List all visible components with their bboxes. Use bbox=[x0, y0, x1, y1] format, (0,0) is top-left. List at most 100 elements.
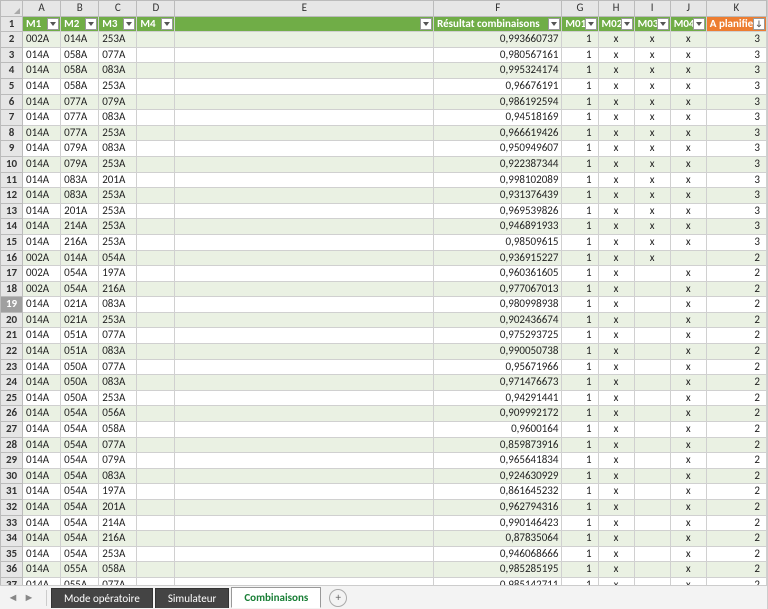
cell-m1[interactable]: 014A bbox=[23, 344, 61, 360]
row-header[interactable]: 32 bbox=[1, 500, 23, 516]
cell-m4[interactable] bbox=[137, 390, 175, 406]
cell-m1[interactable]: 014A bbox=[23, 375, 61, 391]
cell-e[interactable] bbox=[175, 47, 434, 63]
cell-planifier[interactable]: 3 bbox=[706, 63, 766, 79]
cell-m2[interactable]: 077A bbox=[61, 94, 99, 110]
cell-m2[interactable]: 054A bbox=[61, 281, 99, 297]
row-header[interactable]: 19 bbox=[1, 297, 23, 313]
cell-m01[interactable]: x bbox=[598, 297, 634, 313]
cell-m02[interactable] bbox=[634, 500, 670, 516]
cell-planifier[interactable]: 3 bbox=[706, 110, 766, 126]
cell-e[interactable] bbox=[175, 344, 434, 360]
cell-result[interactable]: 0,998102089 bbox=[434, 172, 562, 188]
cell-m01[interactable]: x bbox=[598, 562, 634, 578]
cell-m01[interactable]: x bbox=[598, 172, 634, 188]
cell-planifier[interactable]: 3 bbox=[706, 78, 766, 94]
filter-dropdown-icon[interactable] bbox=[621, 18, 633, 30]
cell-e[interactable] bbox=[175, 141, 434, 157]
cell-result[interactable]: 0,950949607 bbox=[434, 141, 562, 157]
cell-m4[interactable] bbox=[137, 562, 175, 578]
row-header[interactable]: 37 bbox=[1, 577, 23, 585]
cell-g[interactable]: 1 bbox=[562, 219, 598, 235]
cell-m2[interactable]: 021A bbox=[61, 297, 99, 313]
cell-m03[interactable]: x bbox=[670, 453, 706, 469]
cell-planifier[interactable]: 2 bbox=[706, 531, 766, 547]
cell-m03[interactable]: x bbox=[670, 281, 706, 297]
table-header-cell[interactable]: M2 bbox=[61, 16, 99, 32]
cell-m3[interactable]: 083A bbox=[99, 375, 137, 391]
cell-m4[interactable] bbox=[137, 281, 175, 297]
cell-m02[interactable]: x bbox=[634, 47, 670, 63]
cell-m02[interactable]: x bbox=[634, 156, 670, 172]
cell-m4[interactable] bbox=[137, 344, 175, 360]
col-header-J[interactable]: J bbox=[670, 1, 706, 17]
row-header[interactable]: 10 bbox=[1, 156, 23, 172]
cell-m3[interactable]: 253A bbox=[99, 219, 137, 235]
col-header-A[interactable]: A bbox=[23, 1, 61, 17]
cell-m01[interactable]: x bbox=[598, 344, 634, 360]
cell-m2[interactable]: 054A bbox=[61, 484, 99, 500]
cell-planifier[interactable]: 2 bbox=[706, 266, 766, 282]
cell-m03[interactable]: x bbox=[670, 577, 706, 585]
cell-result[interactable]: 0,985142711 bbox=[434, 577, 562, 585]
cell-e[interactable] bbox=[175, 125, 434, 141]
cell-g[interactable]: 1 bbox=[562, 203, 598, 219]
cell-e[interactable] bbox=[175, 156, 434, 172]
table-header-cell[interactable]: M02 bbox=[598, 16, 634, 32]
cell-m4[interactable] bbox=[137, 141, 175, 157]
cell-m1[interactable]: 002A bbox=[23, 250, 61, 266]
cell-m03[interactable]: x bbox=[670, 422, 706, 438]
cell-m1[interactable]: 014A bbox=[23, 203, 61, 219]
cell-m2[interactable]: 055A bbox=[61, 577, 99, 585]
cell-e[interactable] bbox=[175, 531, 434, 547]
cell-m02[interactable] bbox=[634, 359, 670, 375]
cell-m3[interactable]: 214A bbox=[99, 515, 137, 531]
cell-m1[interactable]: 014A bbox=[23, 188, 61, 204]
cell-m2[interactable]: 050A bbox=[61, 375, 99, 391]
cell-result[interactable]: 0,946068666 bbox=[434, 546, 562, 562]
tab-nav-prev[interactable]: ◄ bbox=[6, 591, 20, 605]
cell-m02[interactable]: x bbox=[634, 94, 670, 110]
cell-e[interactable] bbox=[175, 266, 434, 282]
cell-m03[interactable]: x bbox=[670, 63, 706, 79]
cell-planifier[interactable]: 2 bbox=[706, 453, 766, 469]
table-header-cell[interactable]: A planifier bbox=[706, 16, 766, 32]
cell-m01[interactable]: x bbox=[598, 515, 634, 531]
cell-m3[interactable]: 253A bbox=[99, 203, 137, 219]
row-header[interactable]: 4 bbox=[1, 63, 23, 79]
cell-g[interactable]: 1 bbox=[562, 531, 598, 547]
cell-m02[interactable] bbox=[634, 406, 670, 422]
cell-m4[interactable] bbox=[137, 531, 175, 547]
cell-planifier[interactable]: 2 bbox=[706, 422, 766, 438]
cell-m02[interactable] bbox=[634, 515, 670, 531]
cell-m1[interactable]: 014A bbox=[23, 125, 61, 141]
cell-m1[interactable]: 014A bbox=[23, 172, 61, 188]
cell-m03[interactable]: x bbox=[670, 266, 706, 282]
cell-m02[interactable]: x bbox=[634, 110, 670, 126]
cell-e[interactable] bbox=[175, 390, 434, 406]
cell-result[interactable]: 0,922387344 bbox=[434, 156, 562, 172]
cell-m02[interactable] bbox=[634, 390, 670, 406]
cell-m4[interactable] bbox=[137, 234, 175, 250]
cell-planifier[interactable]: 2 bbox=[706, 390, 766, 406]
cell-m01[interactable]: x bbox=[598, 312, 634, 328]
cell-m1[interactable]: 002A bbox=[23, 281, 61, 297]
cell-planifier[interactable]: 2 bbox=[706, 406, 766, 422]
row-header[interactable]: 35 bbox=[1, 546, 23, 562]
cell-m01[interactable]: x bbox=[598, 250, 634, 266]
col-header-F[interactable]: F bbox=[434, 1, 562, 17]
cell-m03[interactable]: x bbox=[670, 546, 706, 562]
sheet-tab[interactable]: Combinaisons bbox=[231, 587, 321, 608]
cell-m3[interactable]: 083A bbox=[99, 141, 137, 157]
row-header[interactable]: 24 bbox=[1, 375, 23, 391]
cell-m03[interactable]: x bbox=[670, 531, 706, 547]
cell-g[interactable]: 1 bbox=[562, 141, 598, 157]
row-header[interactable]: 16 bbox=[1, 250, 23, 266]
cell-m03[interactable]: x bbox=[670, 297, 706, 313]
row-header[interactable]: 7 bbox=[1, 110, 23, 126]
cell-e[interactable] bbox=[175, 234, 434, 250]
cell-planifier[interactable]: 3 bbox=[706, 188, 766, 204]
cell-e[interactable] bbox=[175, 546, 434, 562]
cell-m03[interactable]: x bbox=[670, 188, 706, 204]
col-header-I[interactable]: I bbox=[634, 1, 670, 17]
